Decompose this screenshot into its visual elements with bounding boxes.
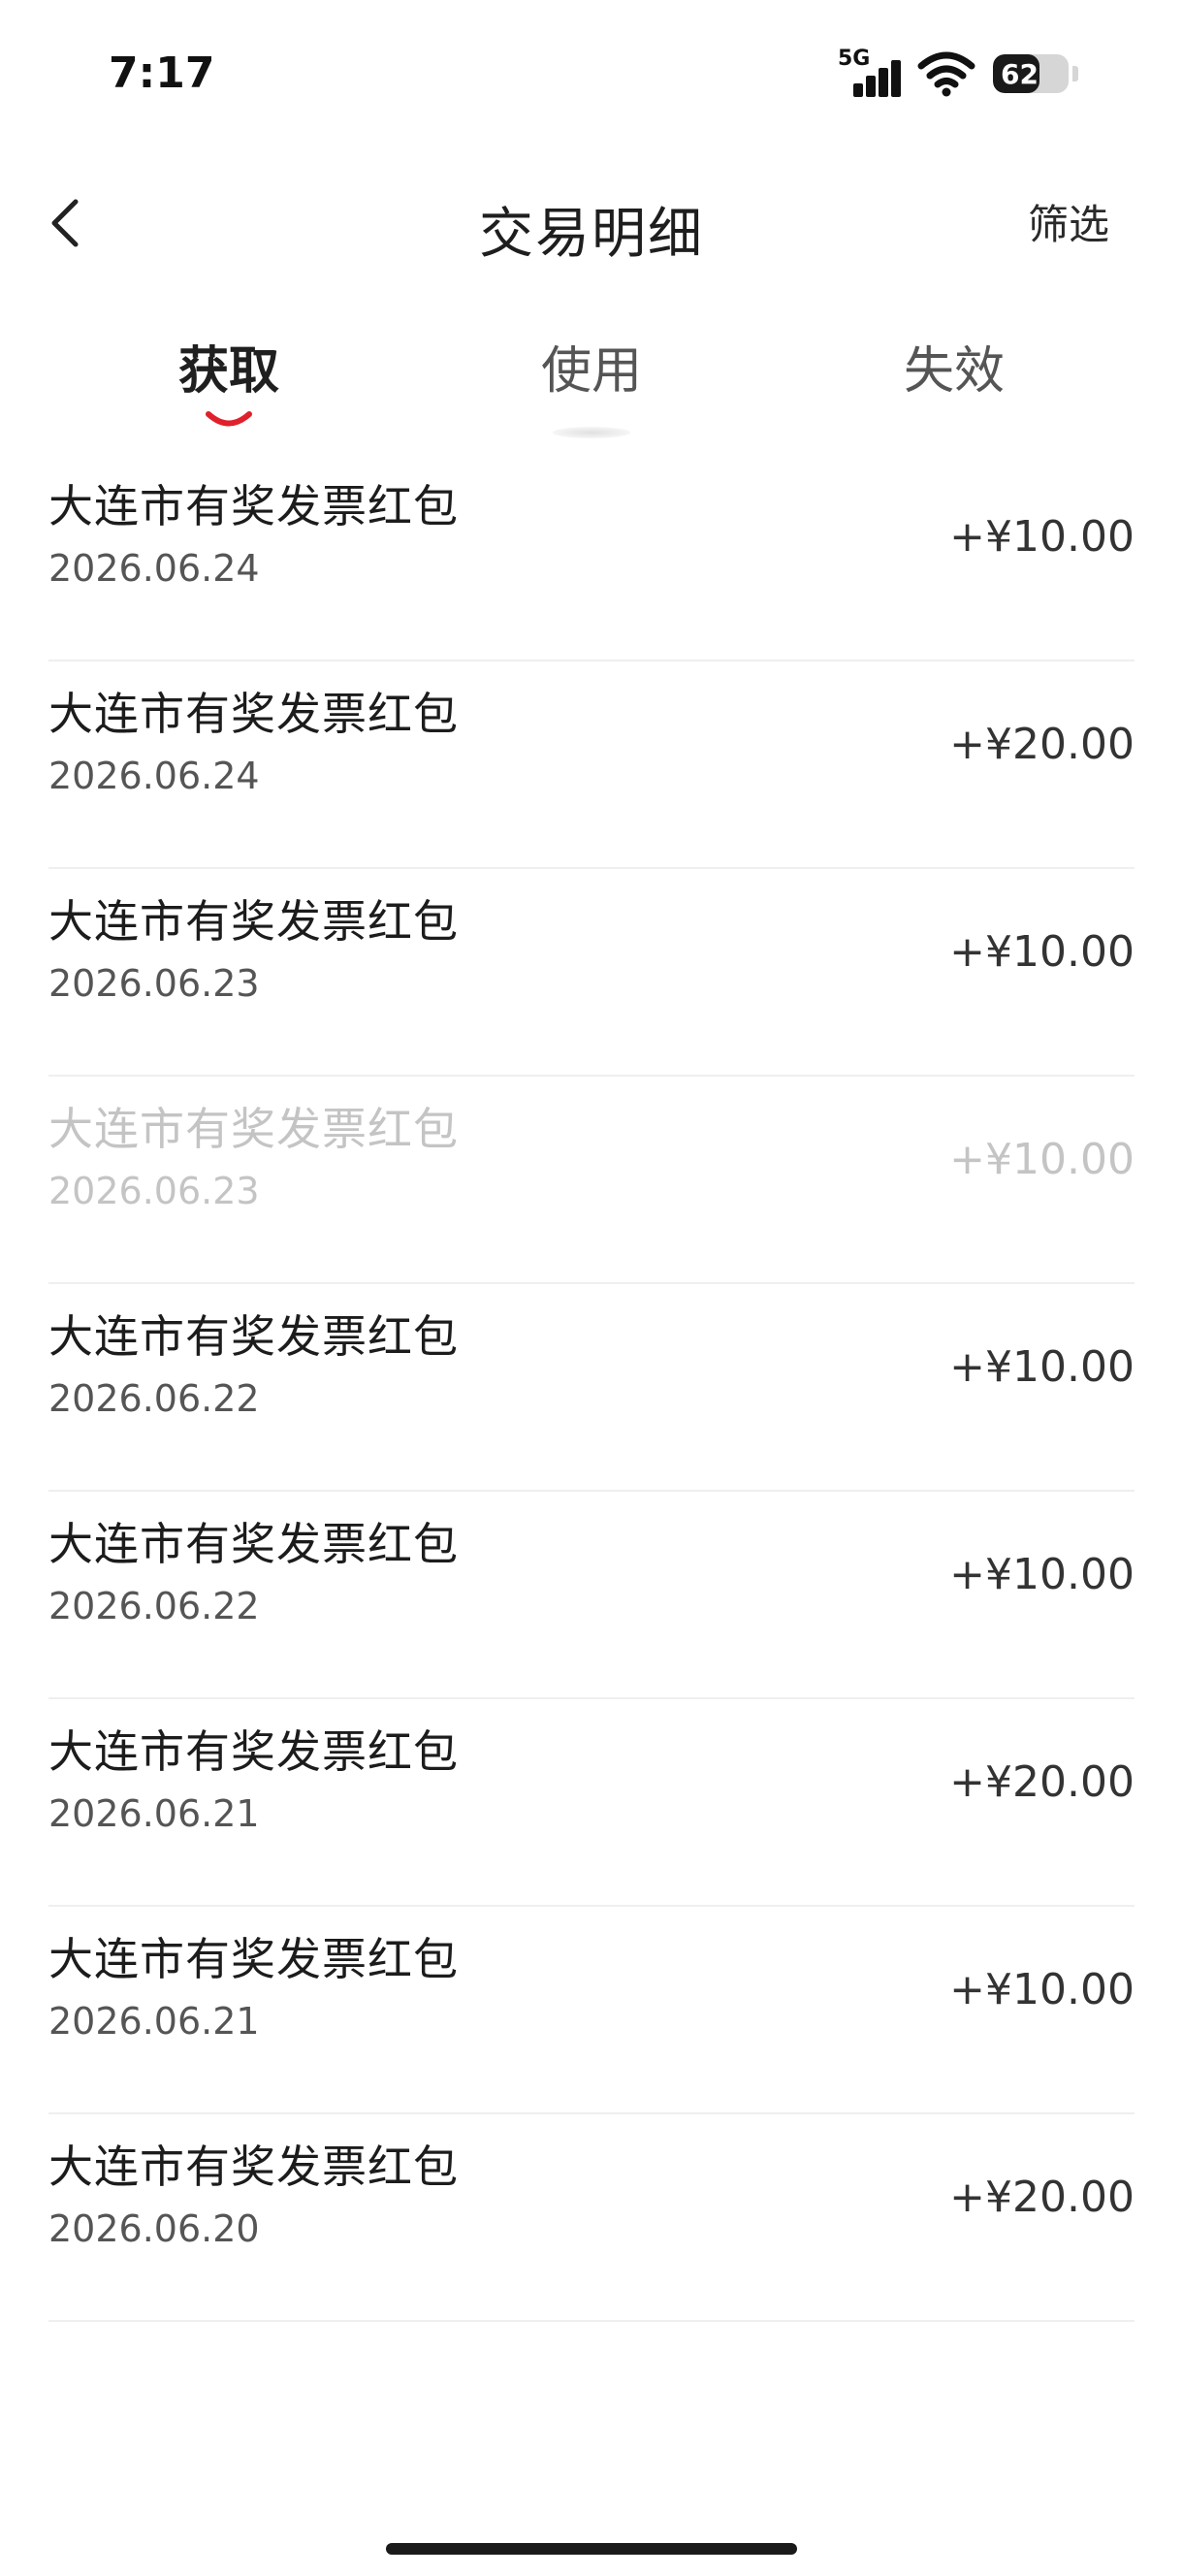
transaction-date: 2026.06.23 [48,962,260,1005]
transaction-date: 2026.06.22 [48,1585,260,1627]
transaction-date: 2026.06.22 [48,1377,260,1420]
transaction-amount: +¥10.00 [949,1342,1135,1392]
transaction-row[interactable]: 大连市有奖发票红包 2026.06.23 +¥10.00 [48,1077,1135,1284]
transaction-row[interactable]: 大连市有奖发票红包 2026.06.24 +¥20.00 [48,661,1135,869]
transaction-amount: +¥10.00 [949,512,1135,562]
tab-label: 使用 [540,342,642,401]
transaction-row[interactable]: 大连市有奖发票红包 2026.06.21 +¥20.00 [48,1699,1135,1907]
page-header: 交易明细 筛选 [0,165,1183,281]
tab-used[interactable]: 使用 [475,330,708,438]
battery-icon: 62 [993,54,1069,93]
network-type-label: 5G [838,47,871,71]
transaction-row[interactable]: 大连市有奖发票红包 2026.06.21 +¥10.00 [48,1907,1135,2114]
transaction-name: 大连市有奖发票红包 [48,480,459,532]
battery-tip [1072,66,1078,81]
active-tab-indicator [206,411,252,427]
tab-shadow [553,427,630,438]
transaction-name: 大连市有奖发票红包 [48,1310,459,1363]
status-bar: 7:17 5G 62 [0,0,1183,136]
filter-button[interactable]: 筛选 [1028,192,1109,251]
transaction-amount: +¥10.00 [949,1965,1135,2014]
transaction-amount: +¥10.00 [949,1550,1135,1599]
transaction-date: 2026.06.24 [48,547,260,590]
transaction-list: 大连市有奖发票红包 2026.06.24 +¥10.00 大连市有奖发票红包 2026.… [48,454,1135,2322]
home-indicator[interactable] [386,2543,797,2555]
transaction-date: 2026.06.21 [48,2000,260,2043]
wifi-icon [917,51,975,97]
page-title: 交易明细 [479,203,704,266]
battery-level: 62 [1001,57,1039,90]
tab-bar: 获取 使用 失效 [0,330,1183,446]
transaction-amount: +¥10.00 [949,1135,1135,1184]
transaction-date: 2026.06.23 [48,1170,260,1212]
tab-expired[interactable]: 失效 [838,330,1071,402]
tab-label: 失效 [903,342,1005,401]
transaction-row[interactable]: 大连市有奖发票红包 2026.06.20 +¥20.00 [48,2114,1135,2322]
status-icons: 5G 62 [838,47,1078,101]
transaction-name: 大连市有奖发票红包 [48,1933,459,1985]
transaction-name: 大连市有奖发票红包 [48,1103,459,1155]
transaction-amount: +¥20.00 [949,2173,1135,2222]
tab-label: 获取 [177,342,279,401]
cellular-signal-icon: 5G [838,47,901,97]
transaction-row[interactable]: 大连市有奖发票红包 2026.06.22 +¥10.00 [48,1492,1135,1699]
transaction-date: 2026.06.21 [48,1792,260,1835]
transaction-amount: +¥10.00 [949,927,1135,977]
transaction-amount: +¥20.00 [949,1757,1135,1807]
transaction-amount: +¥20.00 [949,720,1135,769]
transaction-row[interactable]: 大连市有奖发票红包 2026.06.24 +¥10.00 [48,454,1135,661]
transaction-date: 2026.06.20 [48,2207,260,2250]
transaction-name: 大连市有奖发票红包 [48,1725,459,1778]
transaction-name: 大连市有奖发票红包 [48,1518,459,1570]
transaction-name: 大连市有奖发票红包 [48,688,459,740]
transaction-name: 大连市有奖发票红包 [48,2141,459,2193]
status-time: 7:17 [109,48,215,98]
transaction-date: 2026.06.24 [48,755,260,797]
tab-obtained[interactable]: 获取 [112,330,345,427]
transaction-row[interactable]: 大连市有奖发票红包 2026.06.22 +¥10.00 [48,1284,1135,1492]
transaction-row[interactable]: 大连市有奖发票红包 2026.06.23 +¥10.00 [48,869,1135,1077]
transaction-name: 大连市有奖发票红包 [48,895,459,948]
